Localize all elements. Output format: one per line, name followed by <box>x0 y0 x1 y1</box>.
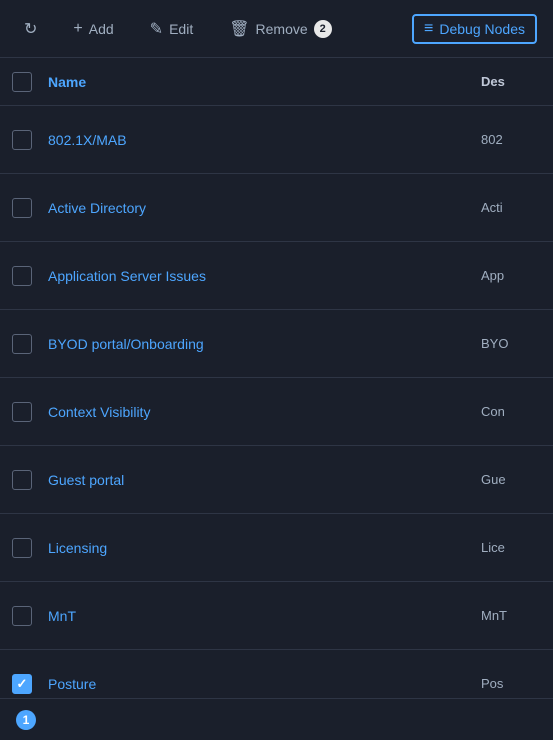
row-desc: Acti <box>481 200 541 215</box>
table-row[interactable]: Active DirectoryActi <box>0 174 553 242</box>
table-row[interactable]: LicensingLice <box>0 514 553 582</box>
debug-nodes-icon: ≡ <box>424 20 433 38</box>
row-checkbox-col <box>12 334 48 354</box>
table-row[interactable]: Application Server IssuesApp <box>0 242 553 310</box>
row-checkbox-col <box>12 198 48 218</box>
row-name: Application Server Issues <box>48 268 481 284</box>
remove-icon: 🗑 <box>229 19 249 39</box>
row-desc: Pos <box>481 676 541 691</box>
row-desc: Gue <box>481 472 541 487</box>
add-button[interactable]: + Add <box>65 16 121 42</box>
row-checkbox[interactable] <box>12 674 32 694</box>
row-name: MnT <box>48 608 481 624</box>
edit-icon: ✎ <box>150 19 163 39</box>
remove-label: Remove <box>256 21 308 37</box>
table-body: 802.1X/MAB802Active DirectoryActiApplica… <box>0 106 553 718</box>
row-checkbox[interactable] <box>12 198 32 218</box>
table-row[interactable]: MnTMnT <box>0 582 553 650</box>
row-desc: App <box>481 268 541 283</box>
refresh-button[interactable]: ↻ <box>16 15 45 43</box>
row-desc: MnT <box>481 608 541 623</box>
bottom-bar: 1 <box>0 698 553 740</box>
row-checkbox[interactable] <box>12 130 32 150</box>
row-desc: 802 <box>481 132 541 147</box>
selected-count-badge: 1 <box>16 710 36 730</box>
row-checkbox-col <box>12 266 48 286</box>
header-description: Des <box>481 74 541 89</box>
nodes-table: Name Des 802.1X/MAB802Active DirectoryAc… <box>0 58 553 718</box>
row-name: Active Directory <box>48 200 481 216</box>
edit-label: Edit <box>169 21 193 37</box>
row-name: Context Visibility <box>48 404 481 420</box>
table-row[interactable]: Guest portalGue <box>0 446 553 514</box>
row-checkbox[interactable] <box>12 606 32 626</box>
row-desc: Con <box>481 404 541 419</box>
row-checkbox[interactable] <box>12 266 32 286</box>
toolbar: ↻ + Add ✎ Edit 🗑 Remove 2 ≡ Debug Nodes <box>0 0 553 58</box>
table-row[interactable]: Context VisibilityCon <box>0 378 553 446</box>
table-row[interactable]: 802.1X/MAB802 <box>0 106 553 174</box>
debug-nodes-button[interactable]: ≡ Debug Nodes <box>412 14 537 44</box>
row-checkbox-col <box>12 538 48 558</box>
row-checkbox[interactable] <box>12 402 32 422</box>
remove-button[interactable]: 🗑 Remove 2 <box>221 15 339 43</box>
row-name: BYOD portal/Onboarding <box>48 336 481 352</box>
row-name: 802.1X/MAB <box>48 132 481 148</box>
add-label: Add <box>89 21 114 37</box>
row-checkbox-col <box>12 606 48 626</box>
row-checkbox[interactable] <box>12 470 32 490</box>
header-name: Name <box>48 74 481 90</box>
row-checkbox-col <box>12 674 48 694</box>
add-icon: + <box>73 20 82 38</box>
row-desc: BYO <box>481 336 541 351</box>
row-checkbox[interactable] <box>12 334 32 354</box>
edit-button[interactable]: ✎ Edit <box>142 15 202 43</box>
row-checkbox-col <box>12 130 48 150</box>
row-name: Licensing <box>48 540 481 556</box>
debug-nodes-label: Debug Nodes <box>439 21 525 37</box>
select-all-checkbox[interactable] <box>12 72 32 92</box>
table-row[interactable]: BYOD portal/OnboardingBYO <box>0 310 553 378</box>
row-checkbox[interactable] <box>12 538 32 558</box>
row-desc: Lice <box>481 540 541 555</box>
row-name: Guest portal <box>48 472 481 488</box>
remove-count-badge: 2 <box>314 20 332 38</box>
row-checkbox-col <box>12 470 48 490</box>
header-checkbox-col <box>12 72 48 92</box>
table-header: Name Des <box>0 58 553 106</box>
row-name: Posture <box>48 676 481 692</box>
row-checkbox-col <box>12 402 48 422</box>
refresh-icon: ↻ <box>24 19 37 39</box>
